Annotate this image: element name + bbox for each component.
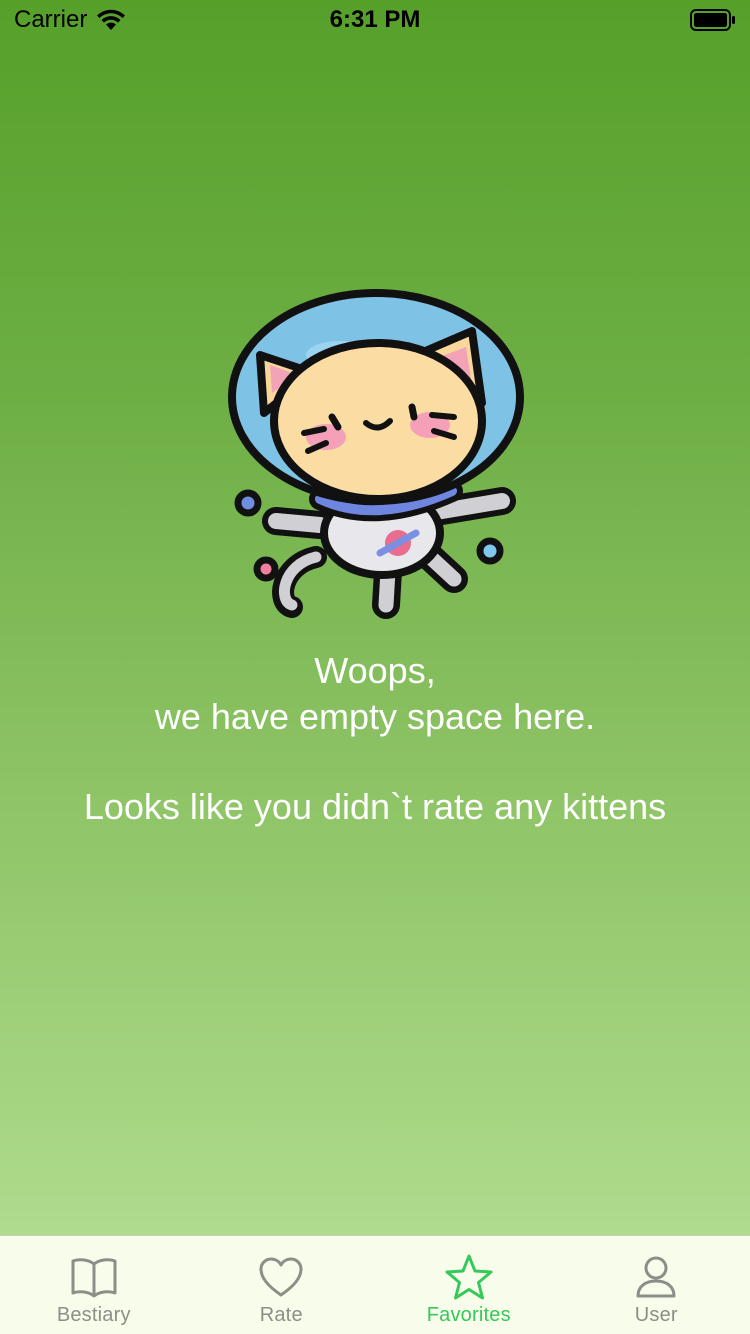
star-icon	[444, 1254, 494, 1300]
empty-state-title: Woops,	[314, 650, 436, 691]
tab-label-rate: Rate	[259, 1304, 303, 1326]
empty-state-hint: Looks like you didn`t rate any kittens	[83, 786, 667, 827]
tab-label-favorites: Favorites	[426, 1304, 511, 1326]
empty-state-message: Woops, we have empty space here. Looks l…	[0, 648, 750, 830]
tab-label-bestiary: Bestiary	[56, 1304, 131, 1326]
tab-label-user: User	[634, 1304, 678, 1326]
astronaut-cat-illustration	[220, 285, 530, 625]
empty-state-subtitle: we have empty space here.	[154, 696, 596, 737]
heart-icon	[258, 1254, 304, 1300]
status-time: 6:31 PM	[329, 6, 421, 33]
tab-rate[interactable]: Rate	[188, 1236, 376, 1334]
tab-user[interactable]: User	[563, 1236, 750, 1334]
book-icon	[70, 1254, 118, 1300]
battery-full-icon	[690, 9, 736, 31]
tab-bestiary[interactable]: Bestiary	[0, 1236, 188, 1334]
tab-favorites[interactable]: Favorites	[375, 1236, 563, 1334]
status-bar: Carrier 6:31 PM	[0, 0, 750, 40]
user-icon	[635, 1254, 677, 1300]
tab-bar: Bestiary Rate Favorites User	[0, 1235, 750, 1334]
